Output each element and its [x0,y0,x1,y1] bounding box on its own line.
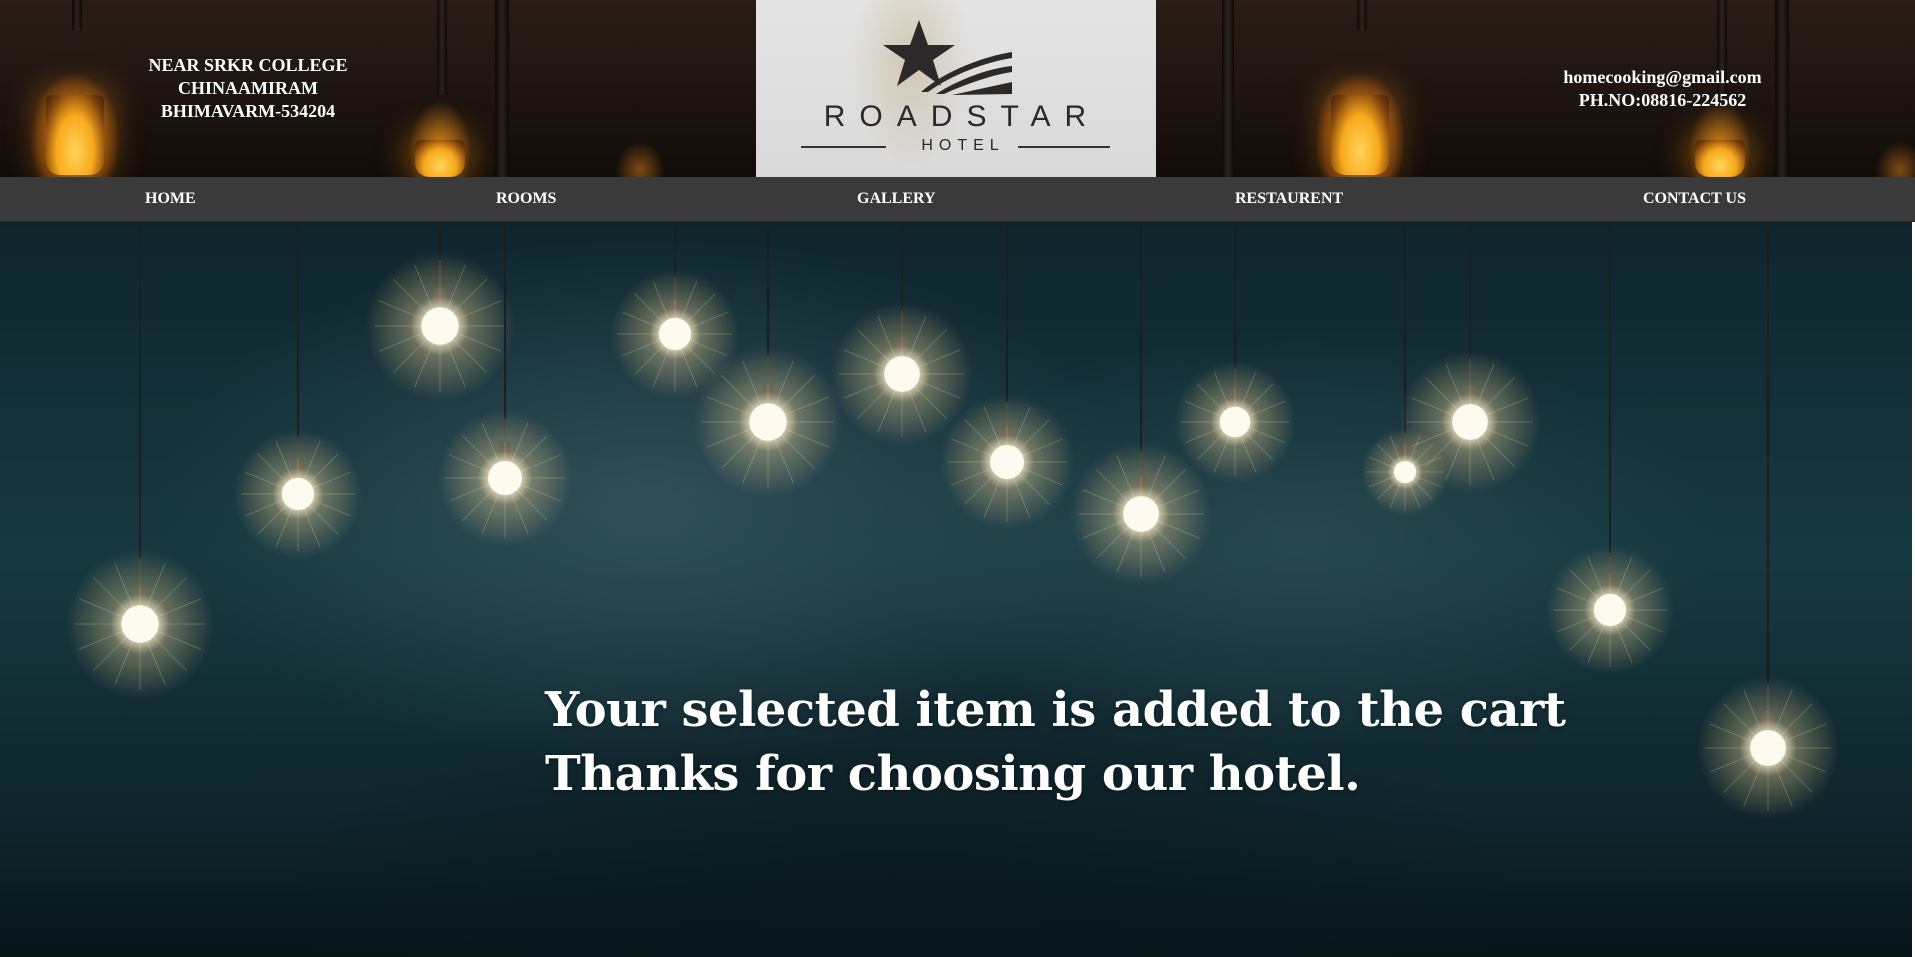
pendant-lamp-decoration [46,95,104,175]
logo-sub-text: HOTEL [921,137,1005,154]
lamp-cord-decoration [1357,0,1367,30]
contact-email[interactable]: homecooking@gmail.com [1530,66,1795,89]
light-bulb-decoration [1545,222,1675,675]
hanging-bulbs-decoration [65,222,1840,820]
address-line: CHINAAMIRAM [178,78,318,98]
logo-brand-text: ROADSTAR [823,100,1101,133]
light-bulb-decoration [365,222,515,401]
contact-phone: PH.NO:08816-224562 [1578,90,1747,110]
address-line: BHIMAVARM-534204 [160,101,336,121]
lamp-cord-decoration [437,0,447,95]
cart-confirmation-message: Your selected item is added to the cart … [545,678,1566,806]
page: NEAR SRKR COLLEGE CHINAAMIRAM BHIMAVARM-… [0,0,1915,957]
pendant-lamp-decoration [1695,140,1745,177]
hotel-logo[interactable]: ROADSTAR HOTEL [756,0,1156,177]
nav-rooms[interactable]: ROOMS [496,177,556,221]
header-banner: NEAR SRKR COLLEGE CHINAAMIRAM BHIMAVARM-… [0,0,1915,177]
lamp-cord-decoration [495,0,509,177]
light-bulb-decoration [1398,222,1542,494]
pendant-lamp-decoration [1331,95,1389,175]
nav-restaurent[interactable]: RESTAURENT [1235,177,1343,221]
hero-background [0,222,1912,957]
main-navigation: HOME ROOMS GALLERY RESTAURENT CONTACT US [0,177,1915,222]
message-line: Thanks for choosing our hotel. [545,746,1361,802]
light-bulb-decoration [65,222,215,699]
hotel-address: NEAR SRKR COLLEGE CHINAAMIRAM BHIMAVARM-… [128,54,368,123]
nav-contact-us[interactable]: CONTACT US [1643,177,1746,221]
hotel-contact: homecooking@gmail.com PH.NO:08816-224562 [1530,66,1795,112]
light-bulb-decoration [1696,222,1840,820]
light-bulb-decoration [233,222,363,559]
light-bulb-decoration [1173,222,1297,484]
address-line: NEAR SRKR COLLEGE [148,55,348,75]
light-bulb-decoration [830,222,974,446]
lamp-cord-decoration [1222,0,1234,177]
nav-gallery[interactable]: GALLERY [857,177,936,221]
nav-home[interactable]: HOME [145,177,196,221]
message-line: Your selected item is added to the cart [545,682,1566,738]
pendant-lamp-decoration [415,140,465,177]
lamp-cord-decoration [72,0,82,30]
